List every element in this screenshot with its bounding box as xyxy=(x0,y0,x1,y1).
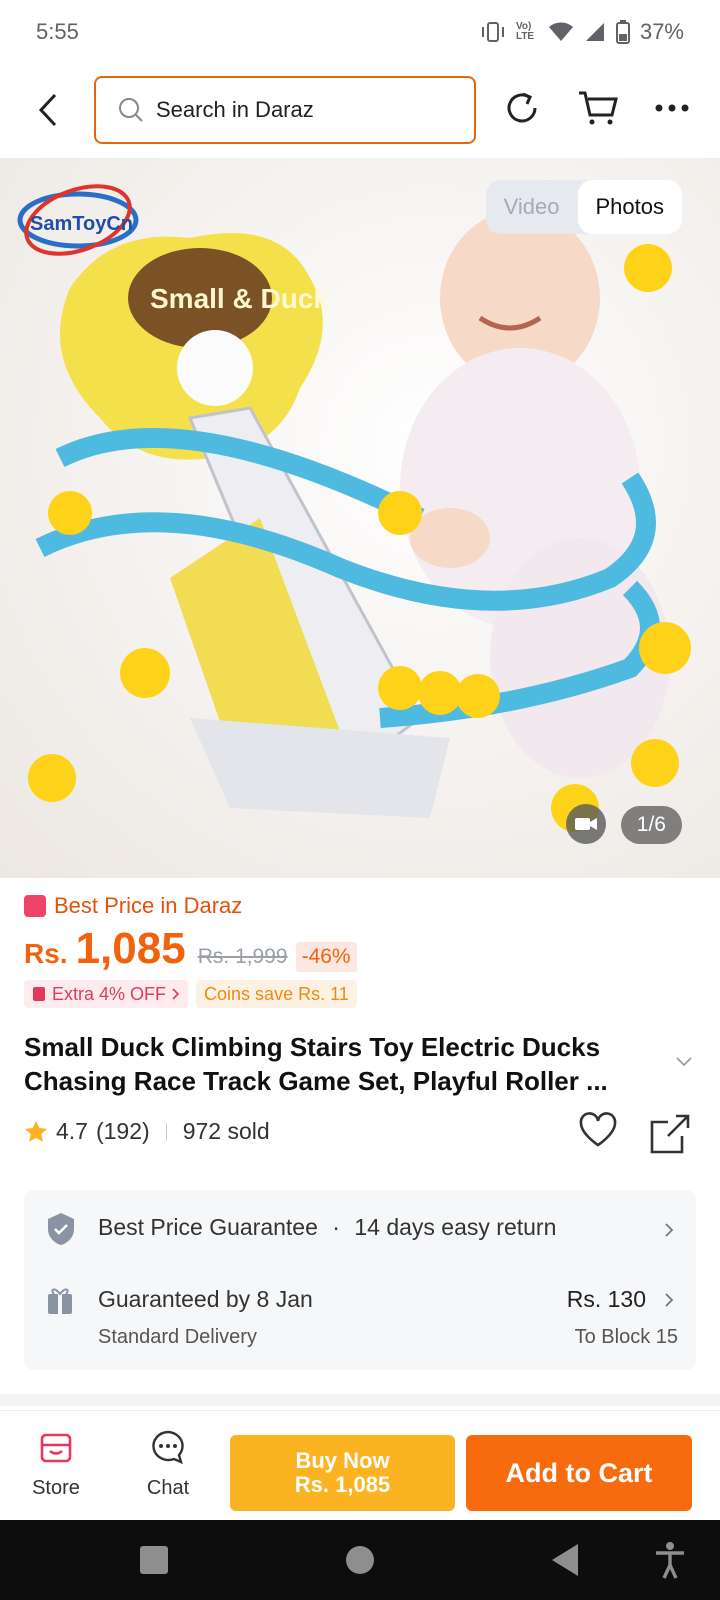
product-image-gallery[interactable]: SamToyCn Small & Duck Video Photos 1/6 xyxy=(0,158,720,878)
store-button[interactable]: Store xyxy=(16,1429,96,1500)
signal-icon xyxy=(585,23,604,41)
search-icon xyxy=(119,98,143,122)
wishlist-button[interactable] xyxy=(578,1112,622,1156)
delivery-location: To Block 15 xyxy=(574,1326,678,1348)
guarantee-text: Best Price Guarantee · 14 days easy retu… xyxy=(98,1214,556,1241)
chevron-right-icon xyxy=(665,1223,674,1237)
rating-row[interactable]: 4.7 (192) 972 sold xyxy=(24,1118,270,1145)
back-triangle-icon[interactable] xyxy=(546,1540,586,1580)
store-label: Store xyxy=(32,1477,80,1499)
share-button[interactable] xyxy=(650,1114,694,1158)
tab-video[interactable]: Video xyxy=(486,180,578,234)
product-title: Small Duck Climbing Stairs Toy Electric … xyxy=(24,1032,608,1096)
shield-check-icon xyxy=(48,1213,74,1245)
buy-now-label: Buy Now xyxy=(295,1448,390,1473)
chat-bubble-icon xyxy=(152,1430,184,1465)
recents-square-icon[interactable] xyxy=(134,1540,174,1580)
review-count: (192) xyxy=(95,1118,150,1144)
guarantee-label: Best Price Guarantee xyxy=(98,1214,318,1240)
chevron-right-icon xyxy=(172,988,180,1000)
delivery-title: Guaranteed by 8 Jan xyxy=(98,1286,313,1312)
share-icon xyxy=(650,1114,690,1154)
store-icon xyxy=(40,1433,72,1463)
status-time: 5:55 xyxy=(36,19,79,44)
return-label: 14 days easy return xyxy=(354,1214,557,1240)
extra-off-promo[interactable]: Extra 4% OFF xyxy=(24,980,189,1008)
delivery-row[interactable]: Guaranteed by 8 Jan Standard Delivery Rs… xyxy=(24,1270,696,1370)
top-header: Search in Daraz xyxy=(0,70,720,150)
vibrate-icon xyxy=(481,22,504,42)
discount-badge: -46% xyxy=(295,942,357,972)
delivery-type: Standard Delivery xyxy=(98,1326,257,1348)
sold-count: 972 sold xyxy=(182,1118,270,1144)
chevron-down-icon xyxy=(676,1057,692,1067)
voucher-icon xyxy=(33,987,45,1001)
expand-title-button[interactable] xyxy=(676,1054,692,1072)
delivery-price: Rs. 130 xyxy=(566,1286,646,1312)
original-price: Rs. 1,999 xyxy=(197,945,288,968)
add-to-cart-button[interactable]: Add to Cart xyxy=(466,1435,692,1511)
system-nav-bar xyxy=(0,1520,720,1600)
best-price-icon xyxy=(24,895,46,917)
price-amount: 1,085 xyxy=(75,924,186,973)
section-divider xyxy=(0,1394,720,1406)
price-currency: Rs. xyxy=(24,938,68,969)
video-camera-icon xyxy=(575,818,597,830)
price-row: Rs. 1,085 Rs. 1,999 -46% xyxy=(24,924,357,974)
volte-icon: Vo) LTE xyxy=(515,21,535,42)
chat-button[interactable]: Chat xyxy=(128,1429,208,1500)
buy-now-button[interactable]: Buy Now Rs. 1,085 xyxy=(230,1435,455,1511)
brand-logo: SamToyCn xyxy=(30,213,133,235)
tab-photos[interactable]: Photos xyxy=(577,180,682,234)
buy-now-price: Rs. 1,085 xyxy=(294,1472,391,1497)
back-button[interactable] xyxy=(30,88,66,132)
more-dots-icon xyxy=(655,104,689,112)
best-price-label: Best Price in Daraz xyxy=(24,893,242,919)
more-button[interactable] xyxy=(650,86,694,130)
status-bar: 5:55 Vo) LTE 37% xyxy=(0,0,720,64)
media-toggle: Video Photos xyxy=(485,180,682,234)
refresh-button[interactable] xyxy=(500,86,544,130)
status-icons: Vo) LTE 37% xyxy=(480,19,684,45)
bottom-action-bar: Store Chat Buy Now Rs. 1,085 Add to Cart xyxy=(0,1410,720,1520)
gift-box-icon xyxy=(48,1288,72,1314)
coins-promo: Coins save Rs. 11 xyxy=(196,980,357,1008)
rating-value: 4.7 xyxy=(56,1118,88,1144)
cart-button[interactable] xyxy=(576,86,620,130)
heart-icon xyxy=(579,1112,617,1147)
service-card: Best Price Guarantee · 14 days easy retu… xyxy=(24,1190,696,1370)
chevron-right-icon xyxy=(665,1293,674,1307)
accessibility-icon[interactable] xyxy=(650,1540,690,1580)
coins-text: Coins save Rs. 11 xyxy=(204,983,349,1004)
product-box-text: Small & Duck xyxy=(150,283,329,314)
promo-row: Extra 4% OFF Coins save Rs. 11 xyxy=(24,980,357,1008)
guarantee-dot: · xyxy=(332,1214,340,1240)
cart-icon xyxy=(579,91,618,125)
battery-icon xyxy=(615,20,630,44)
search-input[interactable]: Search in Daraz xyxy=(94,76,476,144)
extra-off-text: Extra 4% OFF xyxy=(52,983,167,1004)
chat-label: Chat xyxy=(146,1477,190,1499)
refresh-icon xyxy=(507,92,537,123)
home-circle-icon[interactable] xyxy=(340,1540,380,1580)
image-counter: 1/6 xyxy=(620,806,682,844)
wifi-icon xyxy=(548,22,573,41)
chevron-left-icon xyxy=(38,93,57,127)
product-photo: SamToyCn Small & Duck xyxy=(17,184,691,832)
search-placeholder: Search in Daraz xyxy=(156,97,314,122)
video-badge[interactable] xyxy=(566,804,606,844)
guarantee-row[interactable]: Best Price Guarantee · 14 days easy retu… xyxy=(24,1190,696,1270)
separator xyxy=(165,1122,167,1141)
battery-percent: 37% xyxy=(639,19,684,44)
best-price-text: Best Price in Daraz xyxy=(54,893,243,918)
star-icon xyxy=(25,1120,47,1142)
